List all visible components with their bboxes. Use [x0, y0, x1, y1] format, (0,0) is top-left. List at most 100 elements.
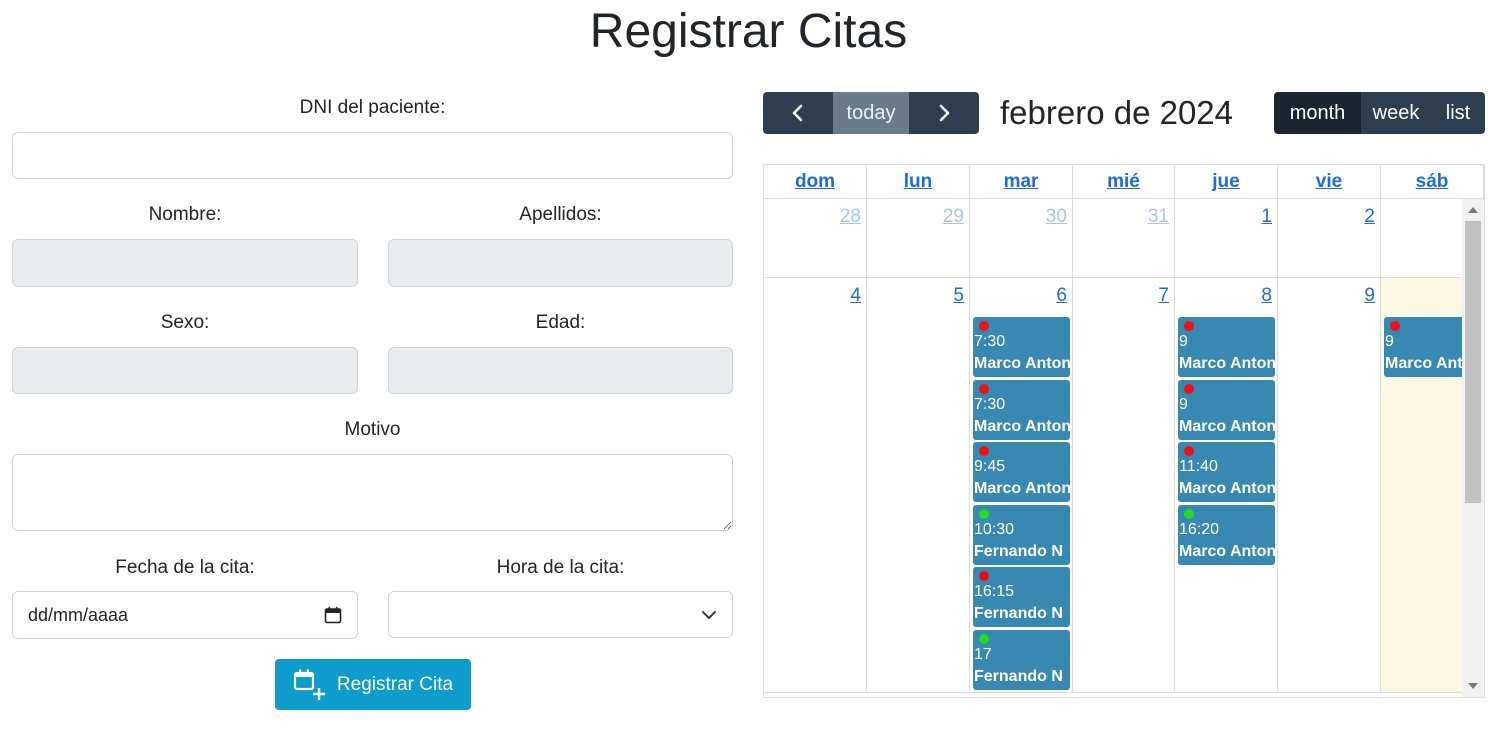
calendar-event[interactable]: 11:40 Marco Antonio: [1178, 442, 1275, 502]
weekday-link[interactable]: dom: [795, 171, 835, 193]
weekday-link[interactable]: mié: [1107, 171, 1140, 193]
motivo-textarea[interactable]: [12, 454, 733, 531]
day-cell[interactable]: 7: [1073, 278, 1175, 693]
status-dot-icon: [1184, 508, 1194, 519]
registrar-cita-button[interactable]: Registrar Cita: [275, 659, 471, 710]
weekday-header-cell: vie: [1278, 165, 1381, 199]
scroll-thumb[interactable]: [1465, 221, 1481, 503]
day-number-link[interactable]: 9: [1364, 285, 1375, 307]
event-time: 9: [1385, 333, 1394, 350]
fecha-placeholder: dd/mm/aaaa: [28, 604, 129, 625]
prev-month-button[interactable]: [763, 92, 833, 134]
day-cell[interactable]: 8 9 Marco Antonio 9 Marco Antonio 11:40 Marco …: [1175, 278, 1278, 693]
view-week-button[interactable]: week: [1361, 92, 1431, 134]
calendar-plus-icon: [293, 669, 325, 700]
day-cell[interactable]: 30: [970, 199, 1073, 278]
calendar-event[interactable]: 10:30 Fernando N: [973, 504, 1070, 565]
weekday-header-cell: lun: [867, 165, 970, 199]
sexo-input: [12, 347, 358, 394]
calendar-scrollbar[interactable]: [1462, 199, 1484, 697]
day-number-link[interactable]: 31: [1148, 206, 1169, 228]
weekday-header-cell: mié: [1073, 165, 1175, 199]
chevron-left-icon: [792, 104, 803, 122]
calendar-event[interactable]: 7:30 Marco Antonio: [973, 317, 1070, 377]
calendar-event[interactable]: 9:45 Marco Antonio: [973, 442, 1070, 502]
status-dot-icon: [1184, 446, 1194, 456]
day-number-link[interactable]: 6: [1056, 285, 1067, 307]
weekday-link[interactable]: vie: [1316, 171, 1342, 193]
weekday-link[interactable]: jue: [1212, 171, 1239, 193]
today-button[interactable]: today: [833, 92, 909, 134]
dni-label: DNI del paciente:: [299, 97, 446, 118]
nombre-input: [12, 239, 358, 287]
page-title: Registrar Citas: [589, 5, 908, 58]
weekday-header-cell: sáb: [1381, 165, 1484, 199]
weekday-link[interactable]: lun: [904, 171, 933, 193]
scroll-down-arrow[interactable]: [1468, 683, 1478, 689]
edad-label: Edad:: [535, 312, 586, 333]
calendar-event[interactable]: 9 Marco Antonio: [1384, 317, 1462, 377]
day-number-link[interactable]: 7: [1158, 285, 1169, 307]
day-cell[interactable]: 5: [867, 278, 970, 693]
event-time: 16:20: [1179, 520, 1220, 538]
calendar-title: febrero de 2024: [1000, 94, 1234, 131]
hora-select[interactable]: [388, 591, 733, 638]
day-number-link[interactable]: 8: [1261, 285, 1272, 307]
weekday-link[interactable]: mar: [1004, 171, 1039, 193]
day-number-link[interactable]: 29: [943, 206, 964, 228]
day-cell[interactable]: 3: [1381, 199, 1462, 278]
event-title: Marco Antonio: [1179, 480, 1275, 497]
chevron-right-icon: [939, 104, 950, 122]
calendar-event[interactable]: 9 Marco Antonio: [1178, 379, 1275, 440]
status-dot-icon: [1184, 321, 1194, 331]
apellidos-label: Apellidos:: [519, 204, 602, 225]
weekday-header-cell: mar: [970, 165, 1073, 199]
event-time: 11:40: [1179, 458, 1218, 475]
fecha-input[interactable]: dd/mm/aaaa: [12, 591, 358, 639]
day-cell[interactable]: 109Marco Antonio: [1381, 278, 1462, 693]
day-cell[interactable]: 2: [1278, 199, 1381, 278]
motivo-label: Motivo: [344, 419, 401, 440]
event-time: 16:15: [974, 583, 1015, 600]
status-dot-icon: [979, 508, 989, 519]
status-dot-icon: [979, 321, 989, 331]
day-cell[interactable]: 28: [764, 199, 867, 278]
weekday-link[interactable]: sáb: [1416, 171, 1449, 193]
day-number-link[interactable]: 2: [1364, 206, 1375, 228]
event-time: 7:30: [974, 333, 1006, 350]
event-title: Fernando N: [974, 542, 1063, 560]
scroll-up-arrow[interactable]: [1468, 207, 1478, 213]
day-number-link[interactable]: 28: [840, 206, 861, 228]
day-number-link[interactable]: 30: [1046, 206, 1067, 228]
event-title: Marco Antonio: [974, 417, 1070, 435]
view-month-button[interactable]: month: [1274, 92, 1361, 134]
next-month-button[interactable]: [909, 92, 979, 134]
dni-input[interactable]: [12, 132, 733, 179]
status-dot-icon: [979, 446, 989, 456]
calendar-icon[interactable]: [324, 606, 342, 624]
day-number-link[interactable]: 4: [850, 285, 861, 307]
status-dot-icon: [1390, 321, 1400, 331]
nombre-label: Nombre:: [148, 204, 222, 225]
event-title: Marco Antonio: [1179, 417, 1275, 435]
calendar-event[interactable]: 16:20 Marco Antonio: [1178, 504, 1275, 565]
calendar-event[interactable]: 16:15 Fernando N: [973, 567, 1070, 627]
day-cell[interactable]: 4: [764, 278, 867, 693]
day-cell[interactable]: 31: [1073, 199, 1175, 278]
nav-button-group: today: [763, 92, 979, 134]
day-number-link[interactable]: 5: [953, 285, 964, 307]
calendar-event[interactable]: 7:30 Marco Antonio: [973, 379, 1070, 440]
event-title: Marco Antonio: [974, 480, 1070, 497]
calendar-event[interactable]: 17 Fernando N: [973, 629, 1070, 690]
day-cell[interactable]: 1: [1175, 199, 1278, 278]
calendar-event[interactable]: 9 Marco Antonio: [1178, 317, 1275, 377]
event-title: Fernando N: [974, 605, 1063, 622]
event-title: Marco Antonio: [1179, 355, 1275, 372]
day-cell[interactable]: 9: [1278, 278, 1381, 693]
day-cell[interactable]: 6 7:30 Marco Antonio 7:30 Marco Antonio 9:45 M…: [970, 278, 1073, 693]
event-title: Marco Antonio: [974, 355, 1070, 372]
day-cell[interactable]: 29: [867, 199, 970, 278]
view-button-group: month week list: [1274, 92, 1485, 134]
view-list-button[interactable]: list: [1431, 92, 1485, 134]
day-number-link[interactable]: 1: [1261, 206, 1272, 228]
